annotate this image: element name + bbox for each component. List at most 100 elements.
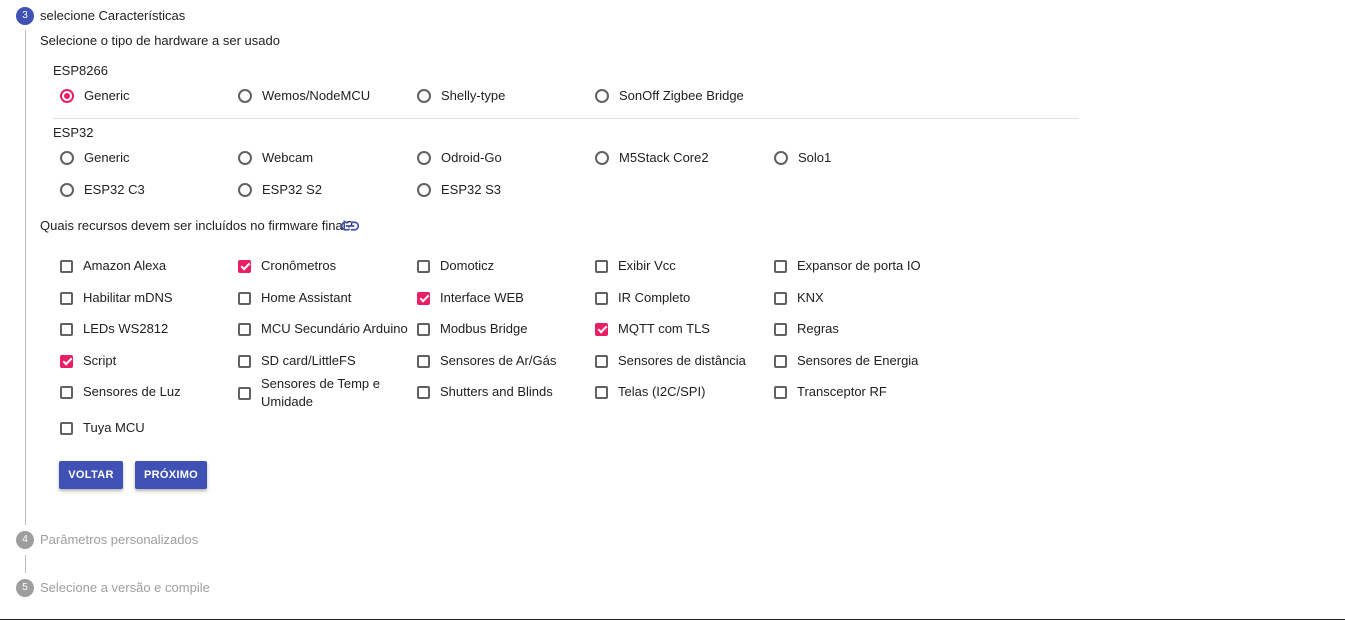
radio-esp32-option[interactable]: ESP32 C3 [60, 180, 145, 200]
step-3-title[interactable]: selecione Características [40, 7, 185, 25]
feature-checkbox[interactable]: MQTT com TLS [595, 319, 710, 339]
step-4-number[interactable]: 4 [16, 531, 34, 549]
checkbox-checked[interactable] [417, 291, 430, 305]
checkbox-unchecked[interactable] [774, 259, 787, 273]
option-label: IR Completo [618, 290, 691, 305]
radio-esp32-option[interactable]: Solo1 [774, 148, 831, 168]
step-connector [25, 30, 26, 525]
radio-esp32-option[interactable]: ESP32 S3 [417, 180, 501, 200]
radio-esp32-option[interactable]: Odroid-Go [417, 148, 502, 168]
radio-unselected[interactable] [595, 89, 609, 103]
checkbox-unchecked[interactable] [60, 259, 73, 273]
checkbox-checked[interactable] [238, 259, 251, 273]
checkbox-unchecked[interactable] [417, 354, 430, 368]
checkbox-unchecked[interactable] [238, 386, 251, 400]
checkbox-unchecked[interactable] [774, 322, 787, 336]
checkbox-unchecked[interactable] [595, 354, 608, 368]
radio-unselected[interactable] [238, 89, 252, 103]
option-label: Odroid-Go [441, 150, 502, 165]
feature-checkbox[interactable]: Telas (I2C/SPI) [595, 382, 705, 402]
radio-esp32-option[interactable]: M5Stack Core2 [595, 148, 709, 168]
feature-checkbox[interactable]: KNX [774, 288, 824, 308]
feature-checkbox[interactable]: Tuya MCU [60, 418, 145, 438]
feature-checkbox[interactable]: Interface WEB [417, 288, 524, 308]
checkbox-unchecked[interactable] [595, 291, 608, 305]
radio-esp8266-option[interactable]: Shelly-type [417, 86, 505, 106]
feature-checkbox[interactable]: Sensores de Ar/Gás [417, 351, 556, 371]
checkbox-unchecked[interactable] [774, 385, 787, 399]
option-label: Shelly-type [441, 88, 506, 103]
checkbox-unchecked[interactable] [238, 322, 251, 336]
next-button[interactable]: PRÓXIMO [135, 461, 207, 489]
radio-unselected[interactable] [238, 151, 252, 165]
checkbox-unchecked[interactable] [595, 259, 608, 273]
option-label: Sensores de Temp e Umidade [261, 376, 380, 409]
checkbox-unchecked[interactable] [238, 354, 251, 368]
checkbox-unchecked[interactable] [774, 291, 787, 305]
radio-esp8266-option[interactable]: SonOff Zigbee Bridge [595, 86, 744, 106]
step-4-title[interactable]: Parâmetros personalizados [40, 531, 198, 549]
checkbox-unchecked[interactable] [417, 385, 430, 399]
feature-checkbox[interactable]: Domoticz [417, 256, 494, 276]
feature-checkbox[interactable]: Sensores de Energia [774, 351, 918, 371]
radio-unselected[interactable] [238, 183, 252, 197]
option-label: Domoticz [440, 258, 495, 273]
feature-checkbox[interactable]: Regras [774, 319, 839, 339]
feature-checkbox[interactable]: Script [60, 351, 116, 371]
radio-unselected[interactable] [417, 183, 431, 197]
link-icon[interactable] [341, 219, 359, 233]
checkbox-unchecked[interactable] [60, 291, 73, 305]
radio-unselected[interactable] [417, 151, 431, 165]
checkbox-unchecked[interactable] [60, 385, 73, 399]
checkbox-unchecked[interactable] [417, 259, 430, 273]
step-5-number[interactable]: 5 [16, 579, 34, 597]
feature-checkbox[interactable]: Sensores de distância [595, 351, 746, 371]
option-label: MQTT com TLS [618, 321, 710, 336]
radio-unselected[interactable] [595, 151, 609, 165]
option-label: Webcam [262, 150, 314, 165]
hardware-divider [53, 118, 1079, 119]
option-label: Exibir Vcc [618, 258, 676, 273]
feature-checkbox[interactable]: Cronômetros [238, 256, 336, 276]
step-5-title[interactable]: Selecione a versão e compile [40, 579, 210, 597]
feature-checkbox[interactable]: IR Completo [595, 288, 690, 308]
feature-checkbox[interactable]: Amazon Alexa [60, 256, 166, 276]
radio-esp32-option[interactable]: ESP32 S2 [238, 180, 322, 200]
feature-checkbox[interactable]: Transceptor RF [774, 382, 887, 402]
feature-checkbox[interactable]: MCU Secundário Arduino [238, 319, 408, 339]
option-label: Solo1 [798, 150, 832, 165]
feature-checkbox[interactable]: SD card/LittleFS [238, 351, 356, 371]
checkbox-checked[interactable] [595, 322, 608, 336]
feature-checkbox[interactable]: Sensores de Luz [60, 382, 181, 402]
radio-unselected[interactable] [60, 183, 74, 197]
radio-esp8266-option[interactable]: Wemos/NodeMCU [238, 86, 370, 106]
radio-esp8266-option[interactable]: Generic [60, 86, 130, 106]
radio-unselected[interactable] [60, 151, 74, 165]
radio-esp32-option[interactable]: Generic [60, 148, 130, 168]
radio-selected[interactable] [60, 89, 74, 103]
feature-checkbox[interactable]: Modbus Bridge [417, 319, 527, 339]
radio-unselected[interactable] [417, 89, 431, 103]
back-button[interactable]: VOLTAR [59, 461, 123, 489]
checkbox-unchecked[interactable] [774, 354, 787, 368]
feature-checkbox[interactable]: Expansor de porta IO [774, 256, 921, 276]
option-label: Generic [84, 88, 130, 103]
step-3-number[interactable]: 3 [16, 7, 34, 25]
feature-checkbox[interactable]: Sensores de Temp e Umidade [238, 375, 381, 411]
feature-checkbox[interactable]: Shutters and Blinds [417, 382, 553, 402]
option-label: Generic [84, 150, 130, 165]
checkbox-unchecked[interactable] [595, 385, 608, 399]
checkbox-unchecked[interactable] [238, 291, 251, 305]
radio-unselected[interactable] [774, 151, 788, 165]
option-label: SonOff Zigbee Bridge [619, 88, 744, 103]
checkbox-unchecked[interactable] [60, 322, 73, 336]
feature-checkbox[interactable]: Home Assistant [238, 288, 351, 308]
radio-esp32-option[interactable]: Webcam [238, 148, 313, 168]
checkbox-checked[interactable] [60, 354, 73, 368]
checkbox-unchecked[interactable] [60, 421, 73, 435]
feature-checkbox[interactable]: LEDs WS2812 [60, 319, 168, 339]
option-label: Cronômetros [261, 258, 337, 273]
feature-checkbox[interactable]: Habilitar mDNS [60, 288, 173, 308]
feature-checkbox[interactable]: Exibir Vcc [595, 256, 676, 276]
checkbox-unchecked[interactable] [417, 322, 430, 336]
